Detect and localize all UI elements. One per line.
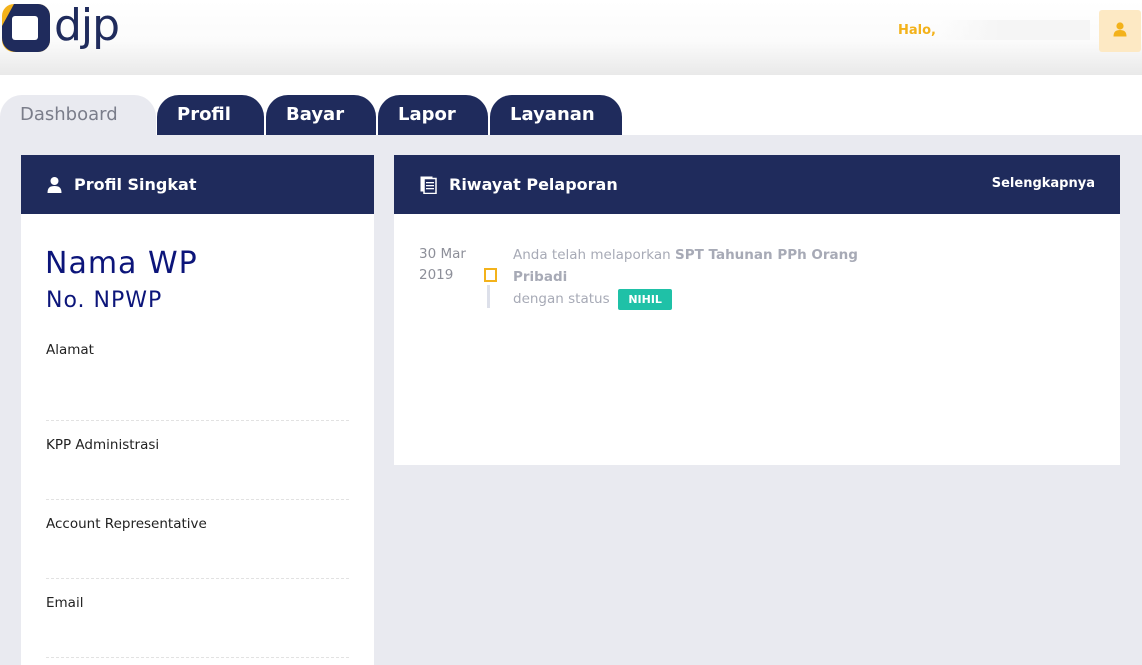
history-date-year: 2019	[419, 267, 454, 283]
field-account-representative-label: Account Representative	[46, 516, 349, 579]
history-date-day: 30 Mar	[419, 246, 466, 262]
timeline-line	[487, 285, 490, 308]
profile-card: Profil Singkat Nama WP No. NPWP Alamat K…	[21, 155, 374, 665]
history-entry-prefix: Anda telah melaporkan	[513, 247, 675, 263]
history-entry-suffix: dengan status	[513, 291, 610, 307]
tab-profil[interactable]: Profil	[157, 95, 264, 135]
dashboard-content: Profil Singkat Nama WP No. NPWP Alamat K…	[0, 135, 1142, 665]
tab-layanan[interactable]: Layanan	[490, 95, 622, 135]
taxpayer-npwp: No. NPWP	[46, 288, 163, 313]
tab-bayar[interactable]: Bayar	[266, 95, 376, 135]
history-entry: Anda telah melaporkan SPT Tahunan PPh Or…	[513, 244, 913, 310]
user-name-field	[940, 20, 1090, 40]
report-history-title: Riwayat Pelaporan	[449, 175, 618, 194]
top-header: djp Halo,	[0, 0, 1142, 75]
see-more-link[interactable]: Selengkapnya	[992, 176, 1095, 191]
status-badge: NIHIL	[618, 288, 672, 310]
history-date: 30 Mar 2019	[419, 244, 479, 286]
report-history-card: Riwayat Pelaporan Selengkapnya 30 Mar 20…	[394, 155, 1120, 465]
profile-card-title: Profil Singkat	[74, 175, 197, 194]
user-menu-button[interactable]	[1099, 10, 1141, 52]
logo-text: djp	[54, 0, 120, 51]
djp-logo[interactable]: djp	[2, 0, 120, 52]
report-history-header: Riwayat Pelaporan Selengkapnya	[394, 155, 1120, 214]
djp-logo-mark-icon	[2, 4, 50, 52]
profile-card-header: Profil Singkat	[21, 155, 374, 214]
taxpayer-name: Nama WP	[45, 246, 198, 281]
tab-lapor[interactable]: Lapor	[378, 95, 488, 135]
timeline-marker-icon	[484, 268, 497, 282]
greeting-text: Halo,	[898, 23, 936, 38]
main-tabs: Dashboard Profil Bayar Lapor Layanan	[0, 92, 626, 135]
tab-dashboard[interactable]: Dashboard	[0, 95, 156, 135]
field-alamat-label: Alamat	[46, 342, 349, 421]
document-icon	[420, 176, 437, 194]
user-icon	[47, 176, 62, 193]
field-kpp-label: KPP Administrasi	[46, 437, 349, 500]
field-email-label: Email	[46, 595, 349, 658]
user-icon	[1112, 21, 1128, 41]
